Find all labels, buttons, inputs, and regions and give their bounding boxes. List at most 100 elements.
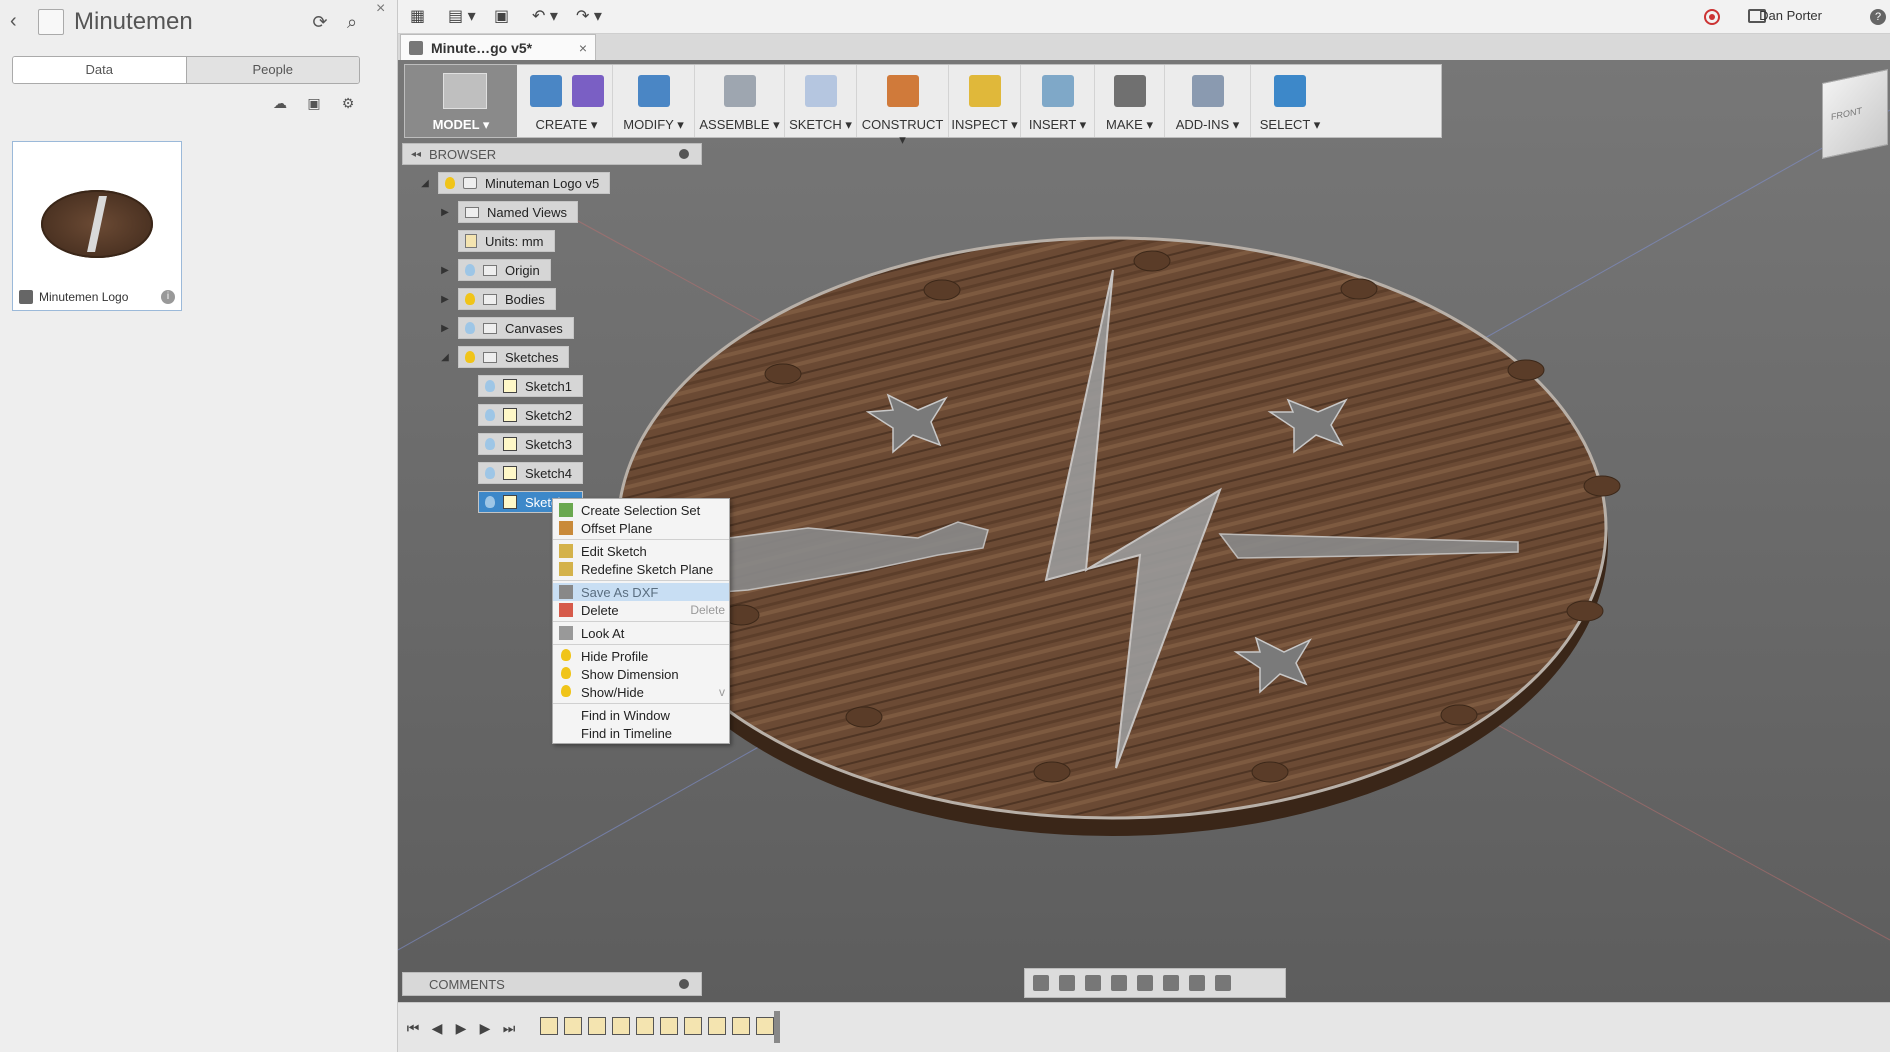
- new-folder-icon[interactable]: ▣: [304, 94, 324, 112]
- tree-item-root[interactable]: Minuteman Logo v5: [438, 172, 611, 194]
- addins-menu[interactable]: ADD-INS ▾: [1165, 65, 1251, 137]
- tree-item-sketches[interactable]: Sketches: [458, 346, 570, 368]
- step-forward-icon[interactable]: ▶: [476, 1019, 494, 1037]
- timeline-feature[interactable]: [564, 1017, 582, 1035]
- timeline-feature[interactable]: [756, 1017, 774, 1035]
- gear-icon[interactable]: ⚙: [338, 94, 358, 112]
- visibility-bulb-icon[interactable]: [485, 380, 495, 392]
- tree-sketch[interactable]: Sketch4: [478, 461, 583, 485]
- orbit-icon[interactable]: [1033, 975, 1049, 991]
- expand-arrow-icon[interactable]: ▶: [438, 323, 452, 334]
- visibility-bulb-icon[interactable]: [485, 467, 495, 479]
- pan-icon[interactable]: [1085, 975, 1101, 991]
- menu-item-save-as-dxf[interactable]: Save As DXF: [553, 583, 729, 601]
- close-icon[interactable]: ×: [376, 0, 390, 18]
- tree-item-bodies[interactable]: Bodies: [458, 288, 556, 310]
- visibility-bulb-icon[interactable]: [485, 409, 495, 421]
- construct-menu[interactable]: CONSTRUCT ▾: [857, 65, 949, 147]
- timeline-feature[interactable]: [612, 1017, 630, 1035]
- collapse-arrow-icon[interactable]: ◢: [418, 178, 432, 189]
- search-icon[interactable]: ⌕: [342, 12, 362, 32]
- timeline-feature[interactable]: [708, 1017, 726, 1035]
- collapse-icon[interactable]: ◂◂: [403, 149, 429, 160]
- make-menu[interactable]: MAKE ▾: [1095, 65, 1165, 137]
- tree-item-units[interactable]: Units: mm: [458, 230, 555, 252]
- look-at-icon[interactable]: [1059, 975, 1075, 991]
- viewports-icon[interactable]: [1215, 975, 1231, 991]
- create-menu[interactable]: CREATE ▾: [521, 65, 613, 137]
- tree-sketch[interactable]: Sketch1: [478, 374, 583, 398]
- user-menu[interactable]: Dan Porter: [1759, 8, 1822, 23]
- tree-sketch[interactable]: Sketch3: [478, 432, 583, 456]
- upload-icon[interactable]: ☁: [270, 94, 290, 112]
- collapse-arrow-icon[interactable]: ◢: [438, 352, 452, 363]
- timeline-feature[interactable]: [684, 1017, 702, 1035]
- tree-item-origin[interactable]: Origin: [458, 259, 551, 281]
- tree-item-sketch4[interactable]: Sketch4: [478, 462, 583, 484]
- tree-sketch[interactable]: Sketch2: [478, 403, 583, 427]
- menu-item-create-selection-set[interactable]: Create Selection Set: [553, 501, 729, 519]
- tree-item-sketch1[interactable]: Sketch1: [478, 375, 583, 397]
- menu-item-offset-plane[interactable]: Offset Plane: [553, 519, 729, 537]
- browser-header[interactable]: ◂◂ BROWSER: [402, 143, 702, 165]
- info-icon[interactable]: i: [161, 290, 175, 304]
- play-icon[interactable]: ▶: [452, 1019, 470, 1037]
- tree-canvases[interactable]: ▶ Canvases: [438, 316, 574, 340]
- grid-menu-icon[interactable]: ▦: [410, 6, 425, 28]
- pin-icon[interactable]: [679, 149, 689, 159]
- sketch-menu[interactable]: SKETCH ▾: [785, 65, 857, 137]
- step-back-icon[interactable]: ◀: [428, 1019, 446, 1037]
- add-comment-icon[interactable]: [679, 979, 689, 989]
- tree-named-views[interactable]: ▶ Named Views: [438, 200, 578, 224]
- comments-panel[interactable]: COMMENTS: [402, 972, 702, 996]
- insert-menu[interactable]: INSERT ▾: [1021, 65, 1095, 137]
- design-card[interactable]: Minutemen Logo i: [12, 141, 182, 311]
- grid-settings-icon[interactable]: [1189, 975, 1205, 991]
- menu-item-find-in-timeline[interactable]: Find in Timeline: [553, 724, 729, 742]
- document-tab[interactable]: Minute…go v5* ×: [400, 34, 596, 60]
- go-to-end-icon[interactable]: ⏭: [500, 1019, 518, 1037]
- help-icon[interactable]: ?: [1870, 9, 1886, 25]
- visibility-bulb-icon[interactable]: [485, 438, 495, 450]
- tree-item-sketch3[interactable]: Sketch3: [478, 433, 583, 455]
- timeline-feature[interactable]: [540, 1017, 558, 1035]
- view-cube[interactable]: FRONT: [1822, 68, 1888, 160]
- undo-icon[interactable]: ↶ ▾: [532, 6, 558, 28]
- assemble-menu[interactable]: ASSEMBLE ▾: [695, 65, 785, 137]
- refresh-icon[interactable]: ⟳: [310, 12, 330, 32]
- tab-data[interactable]: Data: [13, 57, 186, 83]
- zoom-icon[interactable]: [1111, 975, 1127, 991]
- modify-menu[interactable]: MODIFY ▾: [613, 65, 695, 137]
- timeline-feature[interactable]: [732, 1017, 750, 1035]
- tree-bodies[interactable]: ▶ Bodies: [438, 287, 556, 311]
- menu-item-redefine-sketch-plane[interactable]: Redefine Sketch Plane: [553, 560, 729, 578]
- go-to-start-icon[interactable]: ⏮: [404, 1019, 422, 1037]
- tree-item-named-views[interactable]: Named Views: [458, 201, 578, 223]
- record-icon[interactable]: [1704, 9, 1720, 25]
- file-menu-icon[interactable]: ▤ ▾: [448, 6, 476, 28]
- fit-icon[interactable]: [1137, 975, 1153, 991]
- expand-arrow-icon[interactable]: ▶: [438, 294, 452, 305]
- expand-arrow-icon[interactable]: ▶: [438, 265, 452, 276]
- menu-item-find-in-window[interactable]: Find in Window: [553, 706, 729, 724]
- menu-item-delete[interactable]: Delete Delete: [553, 601, 729, 619]
- visibility-bulb-icon[interactable]: [445, 177, 455, 189]
- visibility-bulb-icon[interactable]: [485, 496, 495, 508]
- visibility-bulb-icon[interactable]: [465, 264, 475, 276]
- tree-item-sketch2[interactable]: Sketch2: [478, 404, 583, 426]
- back-arrow-icon[interactable]: ‹: [10, 11, 26, 31]
- menu-item-look-at[interactable]: Look At: [553, 624, 729, 642]
- expand-arrow-icon[interactable]: ▶: [438, 207, 452, 218]
- inspect-menu[interactable]: INSPECT ▾: [949, 65, 1021, 137]
- menu-item-show-hide[interactable]: Show/Hide v: [553, 683, 729, 701]
- menu-item-hide-profile[interactable]: Hide Profile: [553, 647, 729, 665]
- workspace-switcher[interactable]: MODEL ▾: [405, 65, 517, 137]
- timeline-marker[interactable]: [774, 1011, 780, 1043]
- visibility-bulb-icon[interactable]: [465, 322, 475, 334]
- tree-item-canvases[interactable]: Canvases: [458, 317, 574, 339]
- close-tab-icon[interactable]: ×: [579, 40, 587, 56]
- timeline-feature[interactable]: [588, 1017, 606, 1035]
- menu-item-edit-sketch[interactable]: Edit Sketch: [553, 542, 729, 560]
- tree-sketches[interactable]: ◢ Sketches: [438, 345, 570, 369]
- select-menu[interactable]: SELECT ▾: [1251, 65, 1329, 137]
